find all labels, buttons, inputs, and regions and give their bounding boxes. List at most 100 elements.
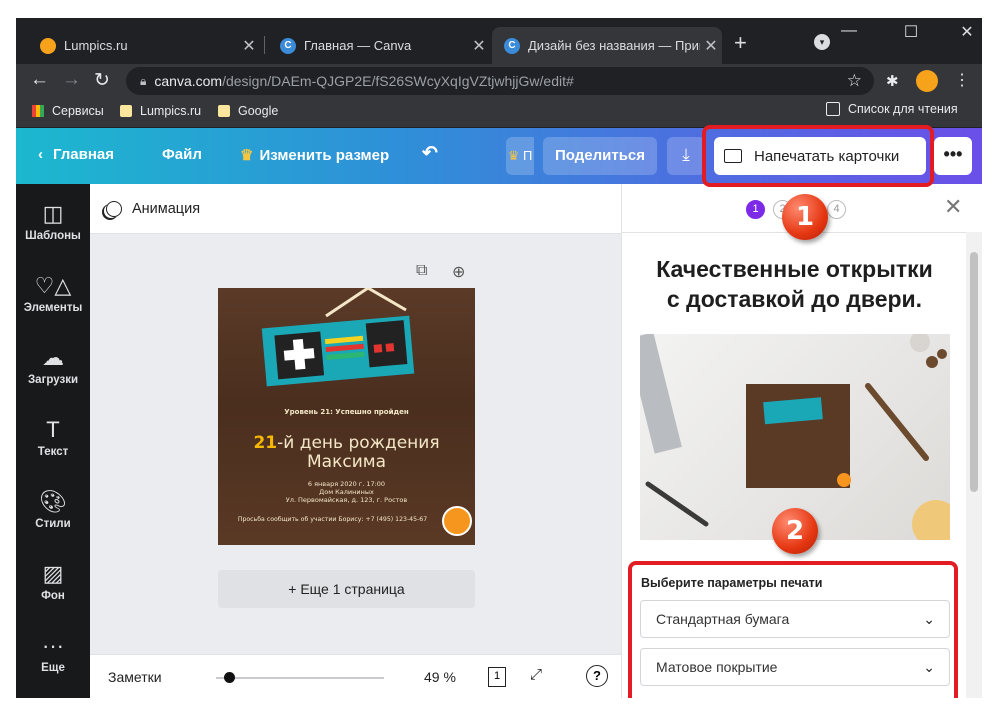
folder-icon <box>218 105 230 117</box>
url-host: canva.com <box>154 73 223 89</box>
home-button[interactable]: ‹ Главная <box>38 146 114 163</box>
tab-title: Lumpics.ru <box>64 38 128 53</box>
animation-button[interactable]: Анимация <box>90 184 621 234</box>
reading-list-label: Список для чтения <box>848 102 958 116</box>
browser-window: Lumpics.ru ✕ C Главная — Canva ✕ C Дизай… <box>16 18 982 698</box>
canva-icon: C <box>504 37 520 54</box>
zoom-slider[interactable] <box>216 672 384 683</box>
sidebar-item-more[interactable]: ··· Еще <box>16 633 90 675</box>
fullscreen-icon[interactable]: ⤢ <box>530 666 542 683</box>
notes-button[interactable]: Заметки <box>108 669 162 685</box>
add-page-button[interactable]: + Еще 1 страница <box>218 570 475 608</box>
editor-sidebar: ◫ Шаблоны ♡△ Элементы ☁ Загрузки T Текст 🎨︎ С… <box>16 184 90 698</box>
bookmark-services[interactable]: Сервисы <box>32 104 104 118</box>
forward-icon[interactable]: → <box>62 69 81 91</box>
highlight-print-button <box>702 125 934 187</box>
sidebar-item-elements[interactable]: ♡△ Элементы <box>16 274 90 315</box>
close-icon[interactable]: ✕ <box>468 36 490 56</box>
share-button[interactable]: Поделиться <box>543 137 657 175</box>
new-tab-button[interactable]: + <box>734 30 747 56</box>
panel-scrollbar[interactable] <box>966 232 982 698</box>
background-icon: ▨ <box>42 561 64 586</box>
card-address: Ул. Первомайская, д. 123, г. Ростов <box>285 496 408 504</box>
bookmark-label: Сервисы <box>52 104 104 118</box>
sidebar-item-uploads[interactable]: ☁ Загрузки <box>16 345 90 387</box>
close-icon[interactable]: ✕ <box>700 36 722 56</box>
tab-search-icon[interactable]: ▾ <box>814 34 830 50</box>
step-1: 1 <box>746 200 765 219</box>
styles-icon: 🎨︎ <box>39 489 67 514</box>
bookmarks-bar: Сервисы Lumpics.ru Google Список для чте… <box>16 98 982 128</box>
orange-icon <box>40 37 56 54</box>
sidebar-item-templates[interactable]: ◫ Шаблоны <box>16 201 90 243</box>
address-bar[interactable]: 🔒︎ canva.com /design/DAEm-QJGP2E/fS26SWc… <box>126 67 874 95</box>
bookmark-google[interactable]: Google <box>218 104 278 118</box>
zoom-level[interactable]: 49 % <box>424 669 456 685</box>
sidebar-item-background[interactable]: ▨ Фон <box>16 561 90 603</box>
animation-label: Анимация <box>132 200 201 217</box>
card-rsvp: Просьба сообщить об участии Борису: +7 (… <box>237 516 428 523</box>
help-button[interactable]: ? <box>586 665 608 687</box>
undo-icon[interactable]: ↶ <box>422 142 438 165</box>
templates-icon: ◫ <box>42 201 64 226</box>
maximize-icon[interactable]: ☐ <box>896 22 926 42</box>
panel-heading: Качественные открытки с доставкой до две… <box>656 256 933 312</box>
close-icon[interactable]: ✕ <box>238 36 260 56</box>
canvas-area: Анимация ⧉ ⊕ Уровень 21: Успешно пройден… <box>90 184 621 698</box>
highlight-print-options <box>628 561 958 698</box>
canva-icon: C <box>280 37 296 54</box>
step-badge-2: 2 <box>772 508 818 554</box>
duplicate-page-icon[interactable]: ⧉ <box>416 262 427 280</box>
card-place: Дом Калининых <box>319 488 374 496</box>
resize-button[interactable]: ♛ Изменить размер <box>240 146 389 164</box>
close-icon[interactable]: ✕ <box>944 194 962 220</box>
tab-canva-home[interactable]: C Главная — Canva ✕ <box>268 27 490 64</box>
editor-footer: Заметки 49 % 1 ⤢ ? <box>90 654 621 698</box>
file-menu-button[interactable]: Файл <box>162 146 202 163</box>
download-icon[interactable]: ⤓ <box>667 137 705 175</box>
folder-icon <box>120 105 132 117</box>
tab-lumpics[interactable]: Lumpics.ru ✕ <box>28 27 260 64</box>
design-card[interactable]: Уровень 21: Успешно пройден 21-й день ро… <box>218 288 475 545</box>
reload-icon[interactable]: ↻ <box>94 69 110 92</box>
extensions-icon[interactable]: ✱ <box>886 72 899 90</box>
browser-toolbar: ← → ↻ 🔒︎ canva.com /design/DAEm-QJGP2E/f… <box>16 64 982 98</box>
browser-menu-icon[interactable]: ⋮ <box>954 70 970 90</box>
more-options-button[interactable]: ••• <box>934 137 972 175</box>
chevron-left-icon: ‹ <box>38 146 43 163</box>
sidebar-item-text[interactable]: T Текст <box>16 417 90 459</box>
bookmark-lumpics[interactable]: Lumpics.ru <box>120 104 201 118</box>
page-count-button[interactable]: 1 <box>488 667 506 687</box>
lock-icon: 🔒︎ <box>140 73 147 88</box>
card-name: Максима <box>307 452 386 472</box>
tab-title: Дизайн без названия — Пригл <box>528 38 700 53</box>
add-page-icon[interactable]: ⊕ <box>452 262 465 282</box>
card-title: 21-й день рождения <box>253 433 440 453</box>
reading-list-icon <box>826 102 840 116</box>
profile-avatar[interactable] <box>916 70 938 92</box>
bookmark-star-icon[interactable]: ☆ <box>847 71 862 91</box>
gamepad-icon <box>261 288 415 387</box>
text-icon: T <box>46 417 60 442</box>
card-date: 6 января 2020 г. 17:00 <box>307 480 386 488</box>
back-icon[interactable]: ← <box>30 69 49 91</box>
window-close-icon[interactable]: ✕ <box>952 22 982 42</box>
reading-list[interactable]: Список для чтения <box>826 102 958 116</box>
apps-grid-icon <box>32 105 44 117</box>
premium-button[interactable]: ♛ П <box>506 137 534 175</box>
more-icon: ··· <box>42 633 64 658</box>
tab-strip: Lumpics.ru ✕ C Главная — Canva ✕ C Дизай… <box>16 18 982 64</box>
uploads-icon: ☁ <box>42 345 64 370</box>
crown-icon: ♛ <box>240 147 254 164</box>
tab-title: Главная — Canva <box>304 38 412 53</box>
minimize-icon[interactable]: — <box>834 22 864 40</box>
card-level-text: Уровень 21: Успешно пройден <box>284 408 409 416</box>
step-4: 4 <box>827 200 846 219</box>
animation-icon <box>106 200 122 217</box>
bookmark-label: Lumpics.ru <box>140 104 202 118</box>
tab-canva-design[interactable]: C Дизайн без названия — Пригл ✕ <box>492 27 722 64</box>
sidebar-item-styles[interactable]: 🎨︎ Стили <box>16 489 90 531</box>
zoom-slider-knob[interactable] <box>224 672 236 683</box>
step-badge-1: 1 <box>782 194 828 240</box>
bookmark-label: Google <box>238 104 279 118</box>
